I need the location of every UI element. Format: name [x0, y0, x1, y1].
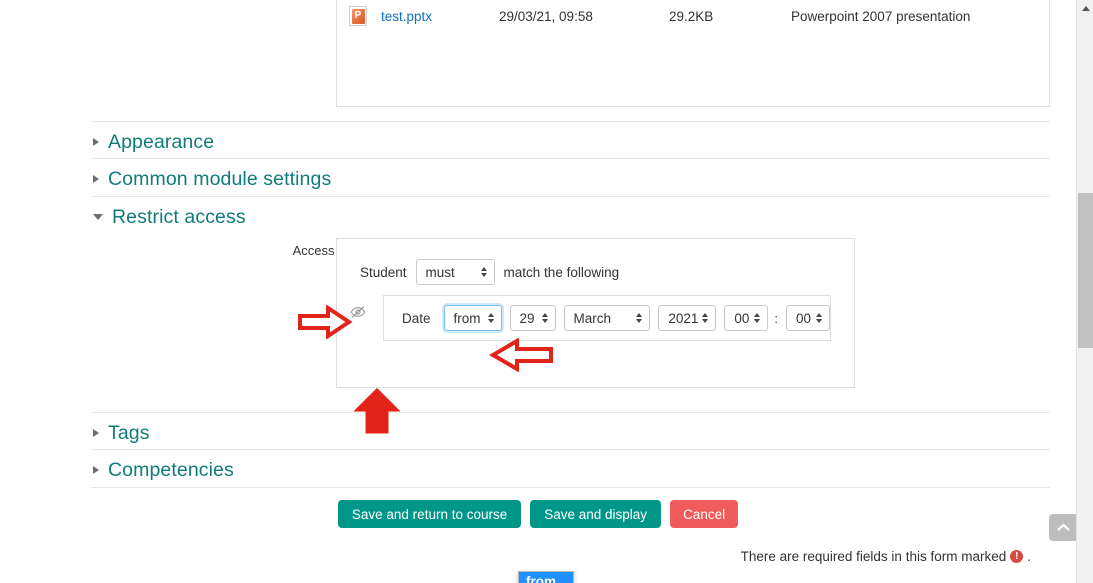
section-appearance-header[interactable]: Appearance: [91, 122, 1050, 162]
date-day-select[interactable]: 29: [509, 305, 556, 331]
section-common-module-settings-label: Common module settings: [108, 167, 332, 190]
file-type: Powerpoint 2007 presentation: [791, 8, 971, 24]
form-content: test.pptx 29/03/21, 09:58 29.2KB Powerpo…: [0, 0, 1076, 583]
updown-caret-icon: [480, 266, 488, 278]
file-manager-area[interactable]: test.pptx 29/03/21, 09:58 29.2KB Powerpo…: [336, 0, 1050, 107]
scrollbar-up-arrow[interactable]: [1077, 0, 1093, 17]
chevron-right-icon: [93, 428, 99, 437]
section-common-module-settings[interactable]: Common module settings: [91, 158, 1050, 199]
section-appearance[interactable]: Appearance: [91, 121, 1050, 162]
chevron-right-icon: [93, 174, 99, 183]
file-size: 29.2KB: [669, 8, 714, 24]
eye-slash-icon[interactable]: [350, 304, 366, 320]
date-month-value: March: [573, 310, 612, 326]
section-competencies-header[interactable]: Competencies: [91, 450, 1050, 490]
vertical-scrollbar[interactable]: [1076, 0, 1093, 583]
section-appearance-label: Appearance: [108, 130, 215, 153]
file-modified-date: 29/03/21, 09:58: [499, 8, 593, 24]
date-hour-select[interactable]: 00: [724, 305, 769, 331]
dropdown-option-from[interactable]: from: [519, 572, 573, 583]
annotation-arrow-up: [354, 388, 400, 434]
time-separator: :: [774, 310, 778, 326]
section-tags[interactable]: Tags: [91, 412, 1050, 453]
date-direction-value: from: [453, 310, 481, 326]
cancel-button[interactable]: Cancel: [670, 500, 739, 528]
date-year-select[interactable]: 2021: [658, 305, 717, 331]
section-restrict-access-label: Restrict access: [112, 205, 246, 228]
form-divider: [91, 487, 1050, 488]
date-day-value: 29: [519, 310, 535, 326]
student-label: Student: [360, 264, 407, 280]
scroll-to-top-button[interactable]: [1049, 514, 1078, 541]
page-root: test.pptx 29/03/21, 09:58 29.2KB Powerpo…: [0, 0, 1093, 583]
date-restriction-label: Date: [402, 310, 431, 326]
updown-caret-icon: [754, 312, 761, 324]
match-following-label: match the following: [503, 264, 620, 280]
date-month-select[interactable]: March: [563, 305, 651, 331]
operator-select-value: must: [425, 264, 455, 280]
section-competencies[interactable]: Competencies: [91, 449, 1050, 490]
updown-caret-icon: [541, 312, 549, 324]
powerpoint-file-icon: [349, 6, 367, 26]
required-fields-period: .: [1027, 549, 1031, 564]
restrictions-container: Student must match the following Date fr…: [336, 238, 855, 388]
scrollbar-thumb[interactable]: [1078, 193, 1093, 348]
date-direction-dropdown-list[interactable]: from until: [518, 571, 574, 583]
chevron-up-icon: [1057, 523, 1070, 531]
updown-caret-icon: [487, 312, 495, 324]
annotation-arrow-right: [298, 305, 352, 339]
section-tags-header[interactable]: Tags: [91, 413, 1050, 453]
required-fields-text: There are required fields in this form m…: [740, 549, 1007, 564]
section-competencies-label: Competencies: [108, 458, 234, 481]
date-direction-select[interactable]: from: [443, 305, 502, 331]
operator-select[interactable]: must: [415, 259, 495, 285]
chevron-right-icon: [93, 137, 99, 146]
required-marker-icon: !: [1010, 550, 1024, 563]
date-minute-select[interactable]: 00: [786, 305, 830, 331]
date-restriction-row: Date from 29 March 2021 00: 00: [383, 295, 831, 341]
date-year-value: 2021: [668, 310, 699, 326]
chevron-down-icon: [93, 213, 103, 220]
file-row[interactable]: test.pptx 29/03/21, 09:58 29.2KB Powerpo…: [337, 2, 1051, 30]
updown-caret-icon: [816, 312, 823, 324]
section-common-module-settings-header[interactable]: Common module settings: [91, 159, 1050, 199]
save-and-display-button[interactable]: Save and display: [530, 500, 662, 528]
form-action-buttons: Save and return to course Save and displ…: [0, 500, 1076, 528]
student-operator-row: Student must match the following: [360, 259, 619, 285]
annotation-arrow-left: [489, 338, 553, 372]
updown-caret-icon: [636, 312, 643, 324]
section-tags-label: Tags: [108, 421, 150, 444]
save-and-return-button[interactable]: Save and return to course: [337, 500, 522, 528]
section-restrict-access-header[interactable]: Restrict access: [91, 197, 1050, 237]
date-minute-value: 00: [796, 310, 812, 326]
file-name[interactable]: test.pptx: [381, 9, 499, 24]
chevron-right-icon: [93, 465, 99, 474]
required-fields-note: There are required fields in this form m…: [741, 549, 1031, 564]
date-hour-value: 00: [734, 310, 750, 326]
restrict-access-body: Access restrictions Student must match t…: [91, 238, 1050, 583]
updown-caret-icon: [702, 312, 709, 324]
section-restrict-access[interactable]: Restrict access: [91, 196, 1050, 237]
